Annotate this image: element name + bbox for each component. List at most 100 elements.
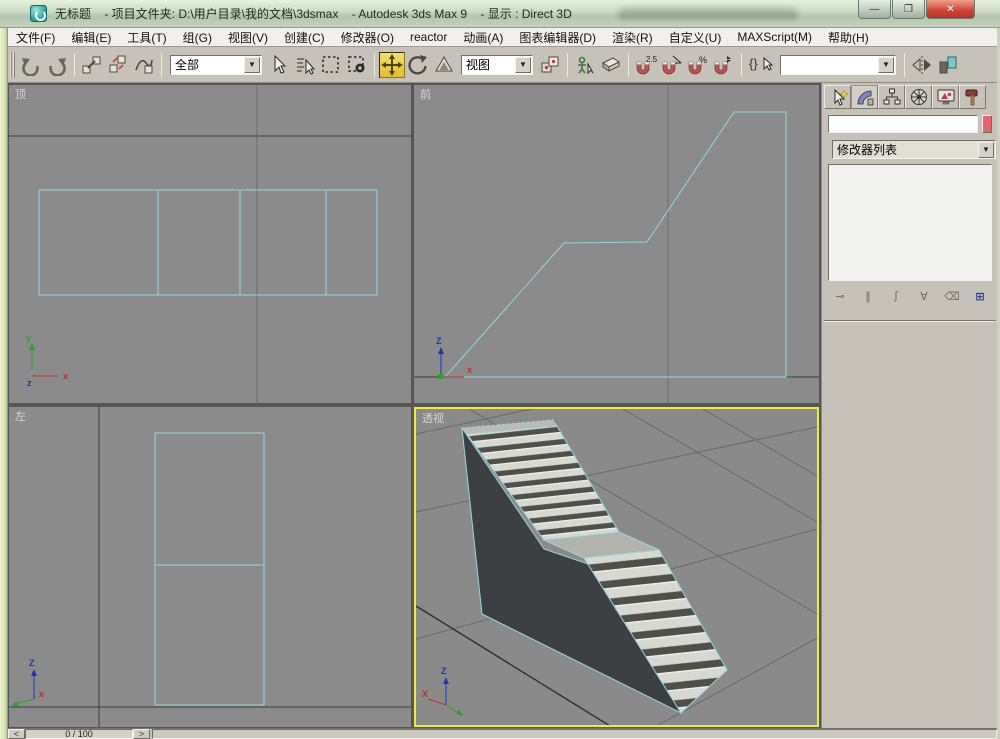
viewport-label[interactable]: 左: [15, 410, 26, 423]
modify-icon: [857, 90, 873, 106]
menu-create[interactable]: 创建(C): [276, 27, 333, 48]
window-controls: — ❐ ✕: [857, 0, 975, 19]
bind-spacewarp-icon: [135, 59, 153, 73]
menu-animation[interactable]: 动画(A): [455, 27, 511, 48]
named-sets-icon: {}: [749, 56, 774, 71]
tab-utilities[interactable]: [959, 85, 986, 109]
selection-filter-dropdown[interactable]: 全部 ▼: [170, 54, 262, 75]
menu-help[interactable]: 帮助(H): [820, 27, 877, 48]
percent-snap-toggle-button[interactable]: %: [685, 52, 711, 78]
dropdown-arrow-icon[interactable]: ▼: [515, 56, 531, 73]
minimize-button[interactable]: —: [858, 0, 891, 19]
tab-create[interactable]: [824, 85, 851, 109]
edit-named-selection-sets-button[interactable]: {}: [746, 52, 776, 78]
viewport-front[interactable]: Z x 前: [414, 85, 819, 403]
tab-display[interactable]: [932, 85, 959, 109]
svg-text:{}: {}: [749, 56, 758, 71]
select-and-scale-button[interactable]: [431, 52, 457, 78]
command-panel-tabs: [824, 85, 986, 109]
main-toolbar: 全部 ▼ 视图 ▼ 2.5 % {} ▼: [8, 47, 997, 83]
viewport-label[interactable]: 前: [420, 87, 431, 101]
menu-reactor[interactable]: reactor: [402, 28, 455, 46]
viewport-label[interactable]: 顶: [15, 88, 26, 101]
configure-modifier-sets-button[interactable]: ⊞: [968, 287, 992, 305]
tab-motion[interactable]: [905, 85, 932, 109]
undo-button[interactable]: [18, 52, 44, 78]
remove-modifier-button[interactable]: ⌫: [940, 287, 964, 305]
menu-maxscript[interactable]: MAXScript(M): [729, 28, 820, 46]
menu-rendering[interactable]: 渲染(R): [604, 27, 661, 48]
object-color-swatch[interactable]: [982, 115, 992, 133]
dropdown-arrow-icon[interactable]: ▼: [878, 56, 894, 73]
app-logo-icon: [30, 5, 47, 22]
select-and-link-button[interactable]: [79, 52, 105, 78]
viewport-label[interactable]: 透视: [422, 411, 444, 425]
mirror-button[interactable]: [909, 52, 935, 78]
track-bar-groove[interactable]: [152, 729, 997, 739]
mirror-icon: [912, 55, 931, 74]
maximize-button[interactable]: ❐: [892, 0, 925, 19]
menu-modifiers[interactable]: 修改器(O): [333, 27, 402, 48]
menu-group[interactable]: 组(G): [175, 27, 220, 48]
svg-text:z: z: [27, 378, 32, 388]
menu-tools[interactable]: 工具(T): [119, 27, 174, 48]
command-panel: 修改器列表 ▼ ⊸ ∥ ∫ ∀ ⌫ ⊞: [821, 83, 997, 728]
reference-coordinate-system-dropdown[interactable]: 视图 ▼: [461, 54, 533, 75]
pivot-center-icon: [541, 56, 559, 72]
tab-hierarchy[interactable]: [878, 85, 905, 109]
use-pivot-point-center-button[interactable]: [537, 52, 563, 78]
window-border-left: [0, 28, 8, 739]
lock-stack-button[interactable]: ∥: [856, 287, 880, 305]
menu-graph-editors[interactable]: 图表编辑器(D): [511, 27, 604, 48]
link-icon: [82, 56, 101, 73]
menu-bar: 文件(F) 编辑(E) 工具(T) 组(G) 视图(V) 创建(C) 修改器(O…: [8, 28, 997, 47]
show-end-result-button[interactable]: ∫: [884, 287, 908, 305]
coordinate-system-value: 视图: [466, 58, 491, 72]
close-button[interactable]: ✕: [926, 0, 975, 19]
select-and-rotate-button[interactable]: [405, 52, 431, 78]
spinner-snap-toggle-button[interactable]: [711, 52, 737, 78]
modifier-list-dropdown[interactable]: 修改器列表 ▼: [832, 140, 996, 159]
menu-file[interactable]: 文件(F): [8, 27, 63, 48]
viewport-top[interactable]: y z x 顶: [9, 85, 411, 403]
current-frame-indicator[interactable]: 0 / 100: [25, 729, 133, 739]
previous-frame-button[interactable]: <: [8, 729, 25, 739]
unlink-icon: [109, 55, 126, 72]
menu-edit[interactable]: 编辑(E): [63, 27, 119, 48]
select-and-manipulate-button[interactable]: [572, 52, 598, 78]
object-name-field[interactable]: [828, 115, 978, 133]
align-button[interactable]: [935, 52, 961, 78]
next-frame-button[interactable]: >: [133, 729, 150, 739]
dropdown-arrow-icon[interactable]: ▼: [244, 56, 260, 73]
window-crossing-toggle-button[interactable]: [344, 52, 370, 78]
angle-snap-toggle-button[interactable]: [659, 52, 685, 78]
redo-button[interactable]: [44, 52, 70, 78]
menu-views[interactable]: 视图(V): [220, 27, 276, 48]
viewport-left[interactable]: Z x 左: [9, 407, 411, 727]
title-bar: 无标题 - 项目文件夹: D:\用户目录\我的文档\3dsmax - Autod…: [0, 0, 1000, 28]
tab-modify[interactable]: [851, 85, 878, 109]
rectangular-selection-region-button[interactable]: [318, 52, 344, 78]
dropdown-arrow-icon[interactable]: ▼: [978, 141, 994, 158]
menu-customize[interactable]: 自定义(U): [661, 27, 730, 48]
select-object-button[interactable]: [266, 52, 292, 78]
hierarchy-icon: [883, 88, 900, 105]
select-by-name-button[interactable]: [292, 52, 318, 78]
viewport-perspective-active[interactable]: Z X 透视: [414, 407, 819, 727]
selection-filter-value: 全部: [175, 58, 200, 72]
keyboard-shortcut-override-button[interactable]: [598, 52, 624, 78]
bind-to-space-warp-button[interactable]: [131, 52, 157, 78]
pin-stack-button[interactable]: ⊸: [828, 287, 852, 305]
named-selection-sets-dropdown[interactable]: ▼: [780, 54, 896, 75]
snaps-toggle-button[interactable]: 2.5: [633, 52, 659, 78]
selection-region-icon: [322, 55, 339, 73]
modifier-stack-list[interactable]: [828, 164, 992, 281]
svg-text:x: x: [467, 365, 472, 375]
svg-text:X: X: [422, 689, 428, 699]
motion-icon: [910, 89, 927, 105]
toolbar-grip[interactable]: [10, 51, 15, 78]
make-unique-button[interactable]: ∀: [912, 287, 936, 305]
select-and-move-button[interactable]: [379, 51, 405, 78]
unlink-selection-button[interactable]: [105, 52, 131, 78]
move-icon: [381, 53, 403, 76]
